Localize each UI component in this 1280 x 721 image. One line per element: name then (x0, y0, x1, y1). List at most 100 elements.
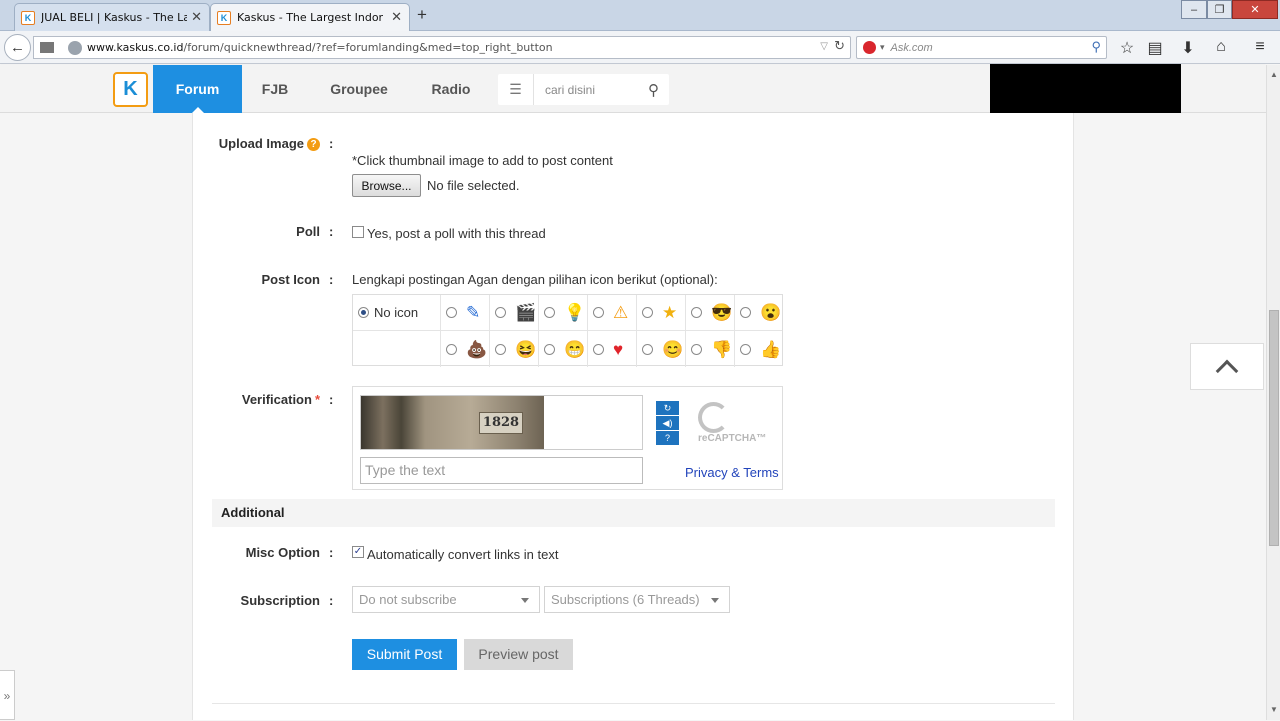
smile-face-icon: 😊 (662, 339, 684, 359)
file-status: No file selected. (427, 178, 520, 193)
post-icon-label: Post Icon (261, 272, 320, 287)
icon-radio[interactable] (593, 307, 604, 318)
browser-tab-bar: K JUAL BELI | Kaskus - The La... ✕ K Kas… (0, 0, 1280, 31)
privacy-terms-link[interactable]: Privacy & Terms (685, 465, 779, 480)
redacted-user-area (990, 64, 1181, 113)
subscription-folder-select[interactable]: Subscriptions (6 Threads) (544, 586, 730, 613)
captcha-help-icon[interactable]: ? (656, 431, 679, 445)
icon-radio[interactable] (544, 343, 555, 355)
captcha-input[interactable]: Type the text (360, 457, 643, 484)
browser-search-bar[interactable]: ▾ Ask.com ⚲ (856, 36, 1107, 59)
icon-option[interactable]: ✎ (441, 295, 490, 331)
icon-radio[interactable] (446, 307, 457, 318)
required-mark: * (314, 392, 320, 407)
home-icon[interactable]: ⌂ (1210, 38, 1232, 56)
site-identity-icon[interactable] (40, 42, 54, 53)
icon-option[interactable]: 😊 (637, 331, 686, 367)
icon-radio[interactable] (642, 343, 653, 355)
back-arrow-icon[interactable]: ← (4, 34, 31, 61)
nav-groupee[interactable]: Groupee (320, 65, 398, 113)
browser-tab[interactable]: K JUAL BELI | Kaskus - The La... ✕ (14, 3, 210, 31)
audio-captcha-icon[interactable]: ◀) (656, 416, 679, 430)
captcha-widget: 1828 Type the text ↻ ◀) ? reCAPTCHA™ Pri… (352, 386, 783, 490)
icon-radio[interactable] (740, 343, 751, 355)
scrollbar-thumb[interactable] (1269, 310, 1279, 546)
upload-hint: *Click thumbnail image to add to post co… (352, 153, 613, 168)
download-icon[interactable]: ⬇ (1177, 38, 1199, 58)
nav-radio[interactable]: Radio (420, 65, 482, 113)
colon: : (329, 136, 334, 151)
nav-forum[interactable]: Forum (153, 65, 242, 113)
icon-option[interactable]: 😎 (686, 295, 735, 331)
icon-radio[interactable] (593, 343, 604, 355)
subscription-folder-value: Subscriptions (6 Threads) (551, 592, 700, 607)
poll-option-label[interactable]: Yes, post a poll with this thread (367, 226, 546, 241)
address-bar[interactable]: www.kaskus.co.id/forum/quicknewthread/?r… (33, 36, 851, 59)
help-icon[interactable]: ? (307, 138, 320, 151)
icon-radio[interactable] (495, 343, 506, 355)
close-tab-icon[interactable]: ✕ (191, 9, 202, 25)
site-search[interactable]: ☰ cari disini ⚲ (498, 74, 669, 105)
close-window-icon[interactable]: ✕ (1232, 0, 1278, 19)
reload-icon[interactable]: ↻ (834, 39, 845, 54)
icon-option[interactable]: 👎 (686, 331, 735, 367)
icon-radio[interactable] (495, 307, 506, 318)
scroll-to-top-button[interactable] (1190, 343, 1264, 390)
engine-dropdown-icon[interactable]: ▾ (880, 42, 885, 53)
category-list-icon[interactable]: ☰ (498, 74, 534, 105)
icon-option[interactable]: ⚠ (588, 295, 637, 331)
browser-tab-active[interactable]: K Kaskus - The Largest Indon... ✕ (210, 3, 410, 31)
icon-radio[interactable] (446, 343, 457, 355)
kaskus-logo[interactable]: K (113, 72, 148, 107)
no-icon-label: No icon (374, 305, 419, 320)
icon-option[interactable]: ★ (637, 295, 686, 331)
refresh-captcha-icon[interactable]: ↻ (656, 401, 679, 415)
icon-radio[interactable] (642, 307, 653, 318)
search-icon[interactable]: ⚲ (648, 81, 659, 99)
subscription-select[interactable]: Do not subscribe (352, 586, 540, 613)
icon-option[interactable]: 😆 (490, 331, 539, 367)
history-dropdown-icon[interactable]: ▽ (820, 41, 828, 52)
restore-icon[interactable]: ❐ (1207, 0, 1232, 19)
reading-list-icon[interactable]: ▤ (1144, 38, 1166, 58)
nav-fjb[interactable]: FJB (250, 65, 300, 113)
no-icon-option[interactable]: No icon (353, 295, 441, 331)
menu-icon[interactable]: ≡ (1249, 38, 1271, 56)
close-tab-icon[interactable]: ✕ (391, 9, 402, 25)
no-icon-radio[interactable] (358, 307, 369, 318)
icon-option[interactable]: 👍 (735, 331, 782, 367)
chevron-down-icon (711, 598, 719, 603)
site-search-input[interactable]: cari disini (545, 83, 648, 97)
icon-option[interactable]: 💡 (539, 295, 588, 331)
icon-radio[interactable] (691, 343, 702, 355)
icon-radio[interactable] (544, 307, 555, 318)
icon-option[interactable]: 🎬 (490, 295, 539, 331)
expand-sidebar-icon[interactable]: » (0, 670, 15, 720)
convert-links-label[interactable]: Automatically convert links in text (367, 547, 558, 562)
convert-links-checkbox[interactable]: ✓ (352, 546, 364, 558)
scroll-down-arrow-icon[interactable]: ▼ (1270, 705, 1278, 714)
preview-post-button[interactable]: Preview post (464, 639, 573, 670)
subscription-label: Subscription (240, 593, 320, 608)
icon-option[interactable]: 😮 (735, 295, 782, 331)
heart-icon: ♥ (613, 339, 624, 359)
icon-option[interactable]: 😁 (539, 331, 588, 367)
icon-radio[interactable] (691, 307, 702, 318)
search-icon[interactable]: ⚲ (1091, 39, 1101, 55)
browse-button[interactable]: Browse... (352, 174, 421, 197)
new-thread-form: Upload Image? : *Click thumbnail image t… (192, 113, 1074, 720)
icon-option[interactable]: ♥ (588, 331, 637, 367)
icon-option[interactable]: 💩 (441, 331, 490, 367)
scroll-up-arrow-icon[interactable]: ▲ (1270, 70, 1278, 79)
cool-face-icon: 😎 (711, 303, 733, 322)
submit-post-button[interactable]: Submit Post (352, 639, 457, 670)
icon-radio[interactable] (740, 307, 751, 318)
poll-label: Poll (296, 224, 320, 239)
minimize-icon[interactable]: – (1181, 0, 1207, 19)
page-scrollbar[interactable]: ▲ ▼ (1266, 65, 1280, 720)
poll-checkbox[interactable] (352, 226, 364, 238)
new-tab-icon[interactable]: + (417, 5, 427, 25)
colon: : (329, 272, 334, 287)
bookmark-star-icon[interactable]: ☆ (1116, 38, 1138, 58)
ask-engine-icon[interactable] (863, 41, 876, 54)
